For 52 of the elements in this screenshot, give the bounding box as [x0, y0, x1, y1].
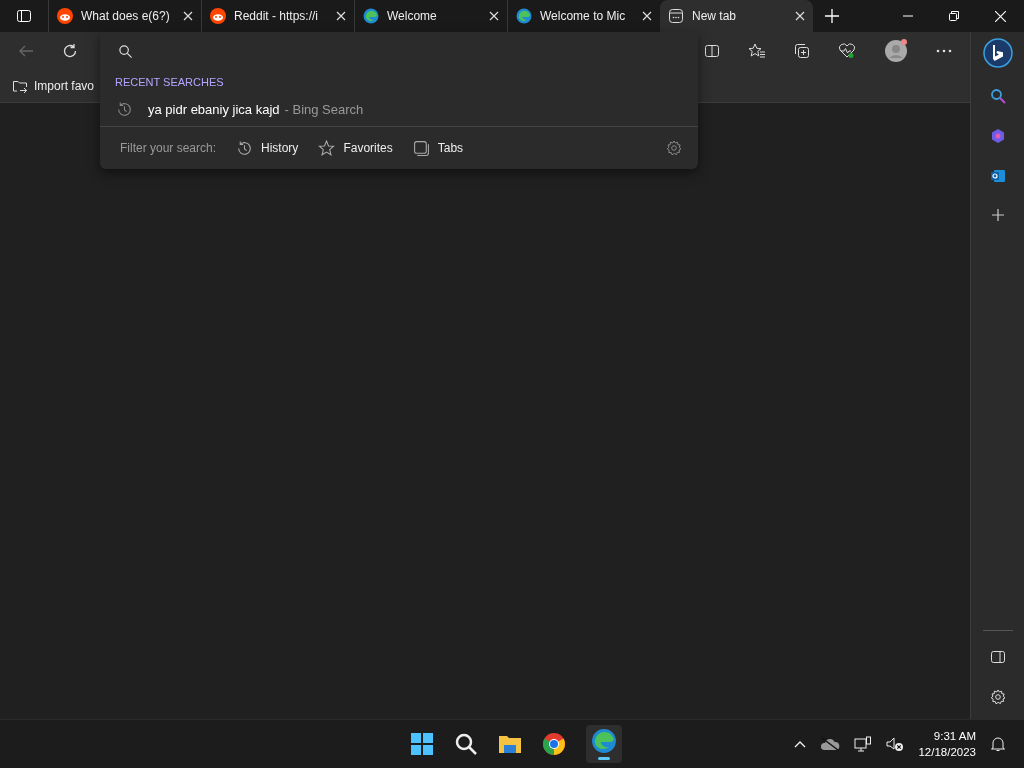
history-icon [236, 139, 254, 157]
filter-button[interactable]: History [236, 139, 299, 157]
filter-button[interactable]: Favorites [318, 139, 393, 157]
speaker-muted-icon[interactable] [886, 736, 905, 752]
chevron-up-icon[interactable] [794, 740, 807, 748]
favorites-list-icon[interactable] [748, 43, 766, 59]
more-icon[interactable] [936, 49, 952, 53]
close-icon[interactable] [795, 11, 805, 21]
settings-icon[interactable] [666, 140, 682, 156]
clock-time: 9:31 AM [933, 729, 976, 744]
section-title: RECENT SEARCHES [114, 75, 225, 90]
sidebar-panel-icon[interactable] [989, 649, 1006, 665]
close-icon[interactable] [183, 11, 193, 21]
search-icon [118, 43, 133, 59]
close-icon[interactable] [489, 11, 499, 21]
restore-icon[interactable] [949, 11, 959, 21]
copilot-icon[interactable] [989, 128, 1006, 144]
new-tab-icon[interactable] [825, 9, 839, 23]
browser-logo-icon [516, 8, 532, 24]
filter-label: Filter your search: [120, 141, 217, 155]
bell-icon[interactable] [990, 736, 1006, 752]
mail-app-icon[interactable] [989, 168, 1006, 184]
split-screen-icon[interactable] [704, 43, 720, 59]
browser-taskbar-button[interactable] [586, 725, 622, 763]
heart-pulse-icon[interactable] [838, 43, 856, 59]
bing-logo-icon[interactable] [982, 38, 1013, 68]
import-favorites-button[interactable]: Import favo [12, 78, 95, 94]
alien-logo-icon [210, 8, 226, 24]
chrome-logo-icon[interactable] [542, 732, 566, 756]
folder-arrow-icon [12, 78, 28, 94]
filter-button[interactable]: Tabs [412, 139, 464, 157]
close-icon[interactable] [336, 11, 346, 21]
add-icon[interactable] [990, 208, 1005, 222]
clock-date: 12/18/2023 [918, 745, 976, 760]
browser-logo-icon [363, 8, 379, 24]
start-icon[interactable] [410, 732, 434, 756]
tabs-icon [412, 139, 430, 157]
avatar-icon[interactable] [884, 39, 908, 63]
network-icon[interactable] [854, 736, 873, 752]
refresh-icon[interactable] [62, 43, 78, 59]
alien-logo-icon [57, 8, 73, 24]
close-icon[interactable] [642, 11, 652, 21]
search-icon[interactable] [454, 732, 478, 756]
cloud-offline-icon[interactable] [820, 737, 841, 751]
collections-icon[interactable] [794, 43, 810, 59]
history-icon [116, 100, 133, 118]
browser-tab[interactable]: New tab [660, 0, 813, 32]
star-icon [318, 139, 336, 157]
recent-search-item[interactable]: ya pidr ebaniy jica kajd - Bing Search [100, 92, 698, 126]
tab-actions-icon[interactable] [16, 8, 32, 24]
page-icon [668, 8, 684, 24]
back-arrow-icon[interactable] [18, 43, 34, 59]
